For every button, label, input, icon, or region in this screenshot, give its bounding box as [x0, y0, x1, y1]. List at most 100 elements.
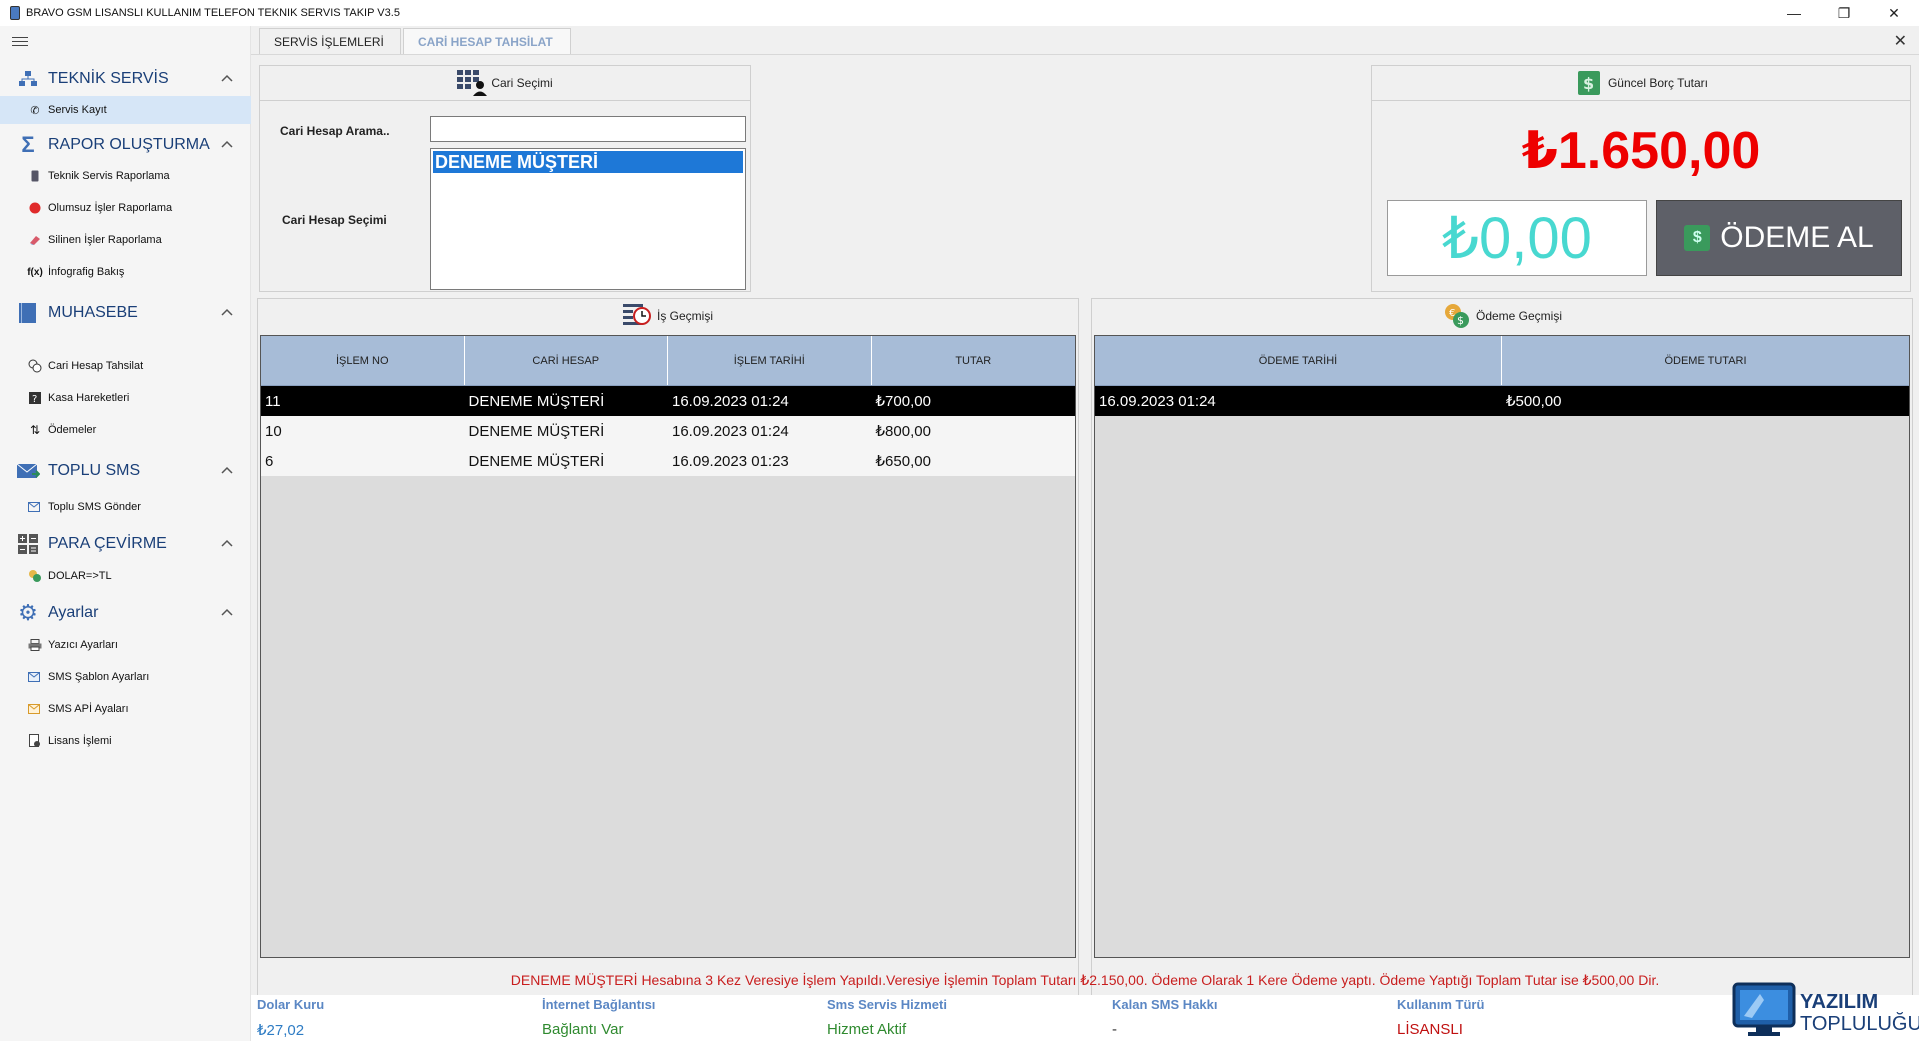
table-row[interactable]: 11 DENEME MÜŞTERİ 16.09.2023 01:24 ₺700,…	[261, 386, 1075, 416]
debt-panel-title: Güncel Borç Tutarı	[1607, 76, 1709, 90]
job-history-header: İş Geçmişi	[258, 299, 1078, 333]
receive-payment-label: ÖDEME AL	[1720, 221, 1874, 254]
app-window: BRAVO GSM LISANSLI KULLANIM TELEFON TEKN…	[0, 0, 1919, 1041]
table-row[interactable]: 16.09.2023 01:24 ₺500,00	[1095, 386, 1909, 416]
chevron-up-icon[interactable]	[219, 463, 235, 479]
status-value: -	[1112, 1021, 1117, 1038]
status-value: LİSANSLI	[1397, 1021, 1463, 1038]
status-value: ₺27,02	[257, 1022, 305, 1039]
chevron-up-icon[interactable]	[219, 305, 235, 321]
hamburger-menu-icon[interactable]	[12, 37, 28, 49]
status-label: İnternet Bağlantısı	[542, 997, 656, 1012]
chevron-up-icon[interactable]	[219, 137, 235, 153]
minimize-button[interactable]: —	[1769, 0, 1819, 26]
sidebar-item-lisans-islemi[interactable]: Lisans İşlemi	[0, 727, 251, 755]
history-clock-icon	[622, 302, 653, 330]
status-remaining-sms: Kalan SMS Hakkı -	[1112, 997, 1218, 1038]
sidebar: TEKNİK SERVİS ✆ Servis Kayıt Σ RAPOR OLU…	[0, 26, 251, 1041]
tab-cari-hesap-tahsilat[interactable]: CARİ HESAP TAHSİLAT	[403, 28, 571, 54]
dollar-icon: $	[1684, 225, 1711, 251]
sidebar-item-teknik-servis-raporlama[interactable]: Teknik Servis Raporlama	[0, 162, 251, 190]
mail-api-icon	[28, 702, 42, 716]
mail-template-icon	[28, 670, 42, 684]
section-label: RAPOR OLUŞTURMA	[48, 136, 210, 153]
job-history-panel: İş Geçmişi İŞLEM NO CARİ HESAP İŞLEM TAR…	[257, 298, 1079, 1013]
sidebar-item-label: Servis Kayıt	[48, 104, 107, 116]
column-header[interactable]: İŞLEM NO	[261, 336, 465, 385]
column-header[interactable]: ÖDEME TUTARI	[1502, 336, 1909, 385]
column-header[interactable]: CARİ HESAP	[465, 336, 668, 385]
column-header[interactable]: ÖDEME TARİHİ	[1095, 336, 1502, 385]
sidebar-item-sms-api[interactable]: SMS APİ Ayaları	[0, 695, 251, 723]
close-window-button[interactable]: ✕	[1869, 0, 1919, 26]
sidebar-section-toplu-sms[interactable]: TOPLU SMS	[0, 456, 251, 486]
payment-history-table[interactable]: ÖDEME TARİHİ ÖDEME TUTARI 16.09.2023 01:…	[1094, 335, 1910, 958]
svg-text:$: $	[1457, 314, 1464, 327]
section-label: PARA ÇEVİRME	[48, 535, 167, 552]
sidebar-section-muhasebe[interactable]: MUHASEBE	[0, 298, 251, 328]
select-label: Cari Hesap Seçimi	[282, 213, 387, 227]
section-label: MUHASEBE	[48, 304, 138, 321]
sidebar-section-teknik-servis[interactable]: TEKNİK SERVİS	[0, 64, 251, 94]
status-value: Bağlantı Var	[542, 1021, 624, 1038]
sidebar-item-odemeler[interactable]: ⇅ Ödemeler	[0, 416, 251, 444]
red-circle-icon	[28, 201, 42, 215]
sidebar-item-toplu-sms-gonder[interactable]: Toplu SMS Gönder	[0, 493, 251, 521]
account-summary-text: DENEME MÜŞTERİ Hesabına 3 Kez Veresiye İ…	[510, 972, 1660, 988]
status-value: Hizmet Aktif	[827, 1021, 907, 1038]
chevron-up-icon[interactable]	[219, 605, 235, 621]
sidebar-item-kasa-hareketleri[interactable]: ? Kasa Hareketleri	[0, 384, 251, 412]
gear-icon: ⚙	[18, 600, 38, 625]
eraser-icon	[28, 233, 42, 247]
sidebar-item-dolar-tl[interactable]: DOLAR=>TL	[0, 562, 251, 590]
status-license-type: Kullanım Türü LİSANSLI	[1397, 997, 1484, 1038]
sidebar-item-label: Olumsuz İşler Raporlama	[48, 202, 173, 214]
cari-list-option[interactable]: DENEME MÜŞTERİ	[433, 151, 743, 173]
table-header: ÖDEME TARİHİ ÖDEME TUTARI	[1095, 336, 1909, 386]
payment-amount-input[interactable]: ₺0,00	[1387, 200, 1647, 276]
section-label: TEKNİK SERVİS	[48, 70, 169, 87]
table-row[interactable]: 10 DENEME MÜŞTERİ 16.09.2023 01:24 ₺800,…	[261, 416, 1075, 446]
cell: DENEME MÜŞTERİ	[468, 452, 605, 470]
sidebar-item-infografig[interactable]: f(x) İnfografig Bakış	[0, 258, 251, 286]
sidebar-section-para-cevirme[interactable]: PARA ÇEVİRME	[0, 529, 251, 559]
book-icon	[16, 301, 40, 325]
sidebar-item-yazici-ayarlari[interactable]: Yazıcı Ayarları	[0, 631, 251, 659]
payment-history-header: € $ Ödeme Geçmişi	[1092, 299, 1912, 333]
sidebar-item-olumsuz-isler[interactable]: Olumsuz İşler Raporlama	[0, 194, 251, 222]
phone-icon: ✆	[30, 104, 40, 117]
restore-button[interactable]: ❐	[1819, 0, 1869, 26]
chevron-up-icon[interactable]	[219, 71, 235, 87]
cell: ₺500,00	[1506, 393, 1562, 410]
status-sms-service: Sms Servis Hizmeti Hizmet Aktif	[827, 997, 947, 1038]
column-header[interactable]: İŞLEM TARİHİ	[668, 336, 872, 385]
tab-content: Cari Seçimi Cari Hesap Arama.. Cari Hesa…	[251, 54, 1919, 1041]
sidebar-item-label: Cari Hesap Tahsilat	[48, 360, 144, 372]
status-label: Kalan SMS Hakkı	[1112, 997, 1218, 1012]
sidebar-item-label: Kasa Hareketleri	[48, 392, 130, 404]
cell: ₺700,00	[875, 393, 931, 410]
cell: 6	[265, 452, 274, 470]
sidebar-section-rapor-olusturma[interactable]: Σ RAPOR OLUŞTURMA	[0, 130, 251, 160]
cell: 16.09.2023 01:24	[672, 392, 789, 410]
column-header[interactable]: TUTAR	[872, 336, 1076, 385]
debt-panel-header: $ Güncel Borç Tutarı	[1372, 66, 1910, 100]
table-row[interactable]: 6 DENEME MÜŞTERİ 16.09.2023 01:23 ₺650,0…	[261, 446, 1075, 476]
close-tab-icon[interactable]: ✕	[1894, 31, 1907, 51]
receive-payment-button[interactable]: $ ÖDEME AL	[1656, 200, 1902, 276]
cari-search-input[interactable]	[430, 116, 746, 142]
money-icon	[28, 569, 42, 583]
sidebar-item-sms-sablon[interactable]: SMS Şablon Ayarları	[0, 663, 251, 691]
sidebar-item-servis-kayit[interactable]: ✆ Servis Kayıt	[0, 96, 251, 124]
chevron-up-icon[interactable]	[219, 536, 235, 552]
cari-listbox[interactable]: DENEME MÜŞTERİ	[430, 148, 746, 290]
tab-servis-islemleri[interactable]: SERVİS İŞLEMLERİ	[259, 28, 401, 54]
phone-app-icon	[10, 6, 20, 20]
sidebar-item-label: DOLAR=>TL	[48, 570, 112, 582]
cell: ₺650,00	[875, 453, 931, 470]
job-history-table[interactable]: İŞLEM NO CARİ HESAP İŞLEM TARİHİ TUTAR 1…	[260, 335, 1076, 958]
sidebar-item-silinen-isler[interactable]: Silinen İşler Raporlama	[0, 226, 251, 254]
sidebar-item-cari-hesap-tahsilat[interactable]: Cari Hesap Tahsilat	[0, 352, 251, 380]
sidebar-section-ayarlar[interactable]: ⚙ Ayarlar	[0, 598, 251, 628]
sidebar-item-label: Teknik Servis Raporlama	[48, 170, 170, 182]
